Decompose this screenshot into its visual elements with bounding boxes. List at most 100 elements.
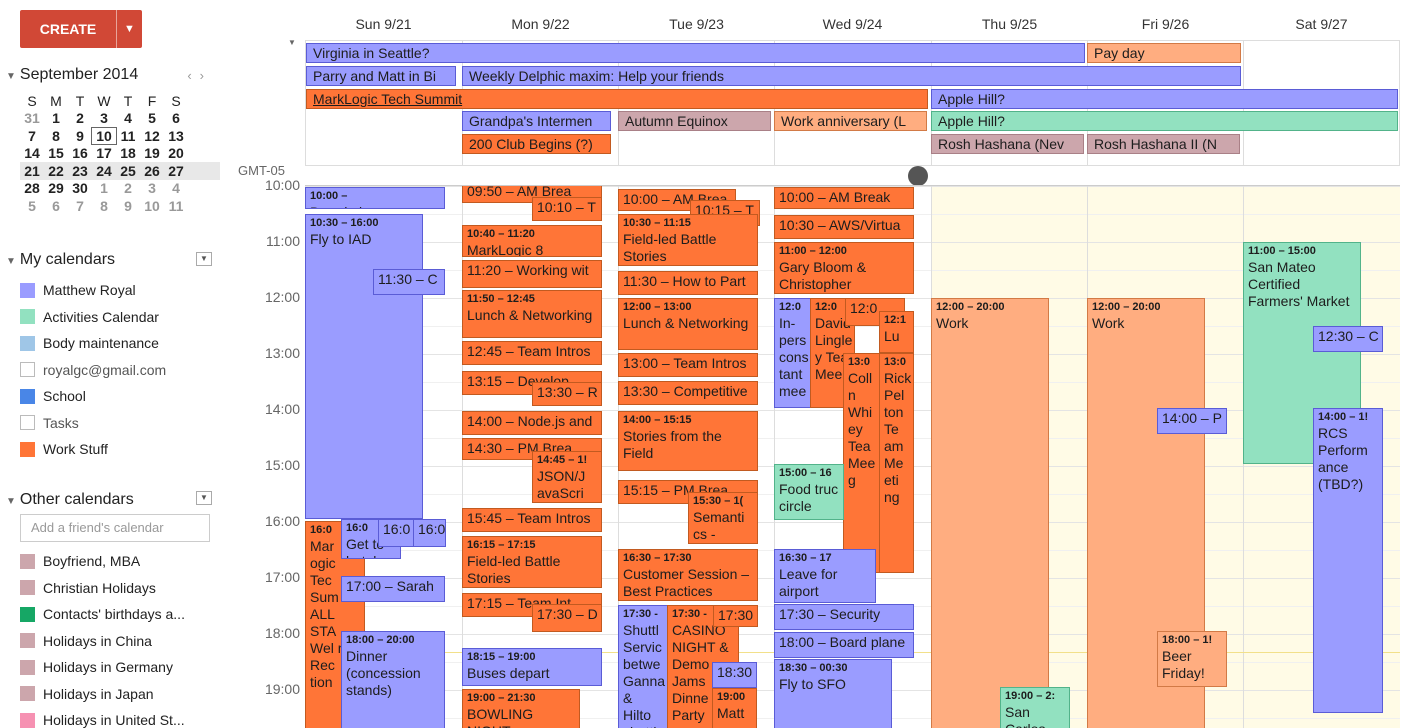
calendar-event[interactable]: 18:00 – 20:00 Dinner (concession stands) [341, 631, 445, 728]
calendar-event[interactable]: 19:00 – 21:30 BOWLING NIGHT [462, 689, 580, 728]
allday-event[interactable]: Rosh Hashana (Nev [931, 134, 1084, 154]
calendar-event[interactable]: 17:30 - Shuttl Servic betwe Ganna & Hilto… [618, 605, 668, 728]
calendar-event[interactable]: 16:0 [413, 519, 446, 547]
calendar-event[interactable]: 17:30 – Security [774, 604, 914, 630]
event-time-title: 12:45 – Team Intros [467, 343, 591, 359]
allday-event[interactable]: Apple Hill? [931, 89, 1398, 109]
event-title: Lunch & Networking [467, 307, 593, 323]
calendar-event[interactable]: 13:00 – Team Intros [618, 353, 758, 377]
allday-event[interactable]: Virginia in Seattle? [306, 43, 1085, 63]
allday-event[interactable]: Autumn Equinox [618, 111, 771, 131]
event-time: 17:30 - [623, 608, 658, 620]
day-header[interactable]: Sat 9/27 [1243, 16, 1400, 32]
event-title: Rick Pel ton Te am Me eti ng [884, 370, 912, 505]
event-title: Shuttl Servic betwe Ganna & Hilto shuttl [623, 622, 666, 728]
calendar-event[interactable]: 11:30 – How to Part [618, 271, 758, 295]
calendar-event[interactable]: 19:00 Matt [712, 688, 757, 728]
calendar-event[interactable]: 14:00 – 1! RCS Perform ance (TBD?) [1313, 408, 1383, 713]
calendar-event[interactable]: 10:10 – T [532, 197, 602, 221]
calendar-event[interactable]: 10:30 – 11:15 Field-led Battle Stories [618, 214, 758, 266]
calendar-event[interactable]: 14:45 – 1! JSON/J avaScri [532, 451, 602, 503]
calendar-event[interactable]: 16:30 – 17 Leave for airport [774, 549, 876, 603]
event-time-title: 13:00 – Team Intros [623, 355, 747, 371]
event-time: 10:30 – 11:15 [623, 217, 691, 229]
day-header[interactable]: Fri 9/26 [1087, 16, 1244, 32]
calendar-event[interactable]: 18:00 – 1! Beer Friday! [1157, 631, 1227, 687]
calendar-event[interactable]: 13:0 Rick Pel ton Te am Me eti ng [879, 353, 914, 573]
event-title: RCS Perform ance (TBD?) [1318, 425, 1368, 492]
event-time-title: 17:00 – Sarah [346, 578, 434, 594]
calendar-event[interactable]: 13:30 – R [532, 382, 602, 406]
allday-event[interactable]: MarkLogic Tech Summit [306, 89, 928, 109]
calendar-event[interactable]: 10:40 – 11:20 MarkLogic 8 [462, 225, 602, 257]
allday-event[interactable]: Rosh Hashana II (N [1087, 134, 1240, 154]
event-title: Food truc circle [779, 481, 839, 514]
event-time-title: 18:00 – Board plane [779, 634, 906, 650]
calendar-event[interactable]: 17:30 [713, 605, 758, 627]
day-header[interactable]: Wed 9/24 [774, 16, 931, 32]
event-title: Matt [717, 705, 745, 721]
calendar-event[interactable]: 17:30 – D [532, 604, 602, 632]
calendar-event[interactable]: 15:00 – 16 Food truc circle [774, 464, 844, 520]
event-time-title: 11:30 – How to Part [623, 273, 746, 289]
event-time: 11:50 – 12:45 [467, 293, 535, 305]
calendar-event[interactable]: 11:30 – C [373, 269, 445, 295]
event-time: 14:45 – 1! [537, 454, 588, 466]
calendar-event[interactable]: 12:00 – 20:00 Work [931, 298, 1049, 728]
event-time-title: 10:30 – AWS/Virtua [779, 217, 901, 233]
calendar-event[interactable]: 14:00 – Node.js and [462, 411, 602, 435]
current-time-marker-icon[interactable] [908, 166, 928, 186]
event-time-title: 17:30 – D [537, 606, 598, 622]
calendar-event[interactable]: 14:00 – 15:15 Stories from the Field [618, 411, 758, 471]
collapse-allday-icon[interactable]: ▼ [288, 38, 296, 47]
calendar-event[interactable]: 17:00 – Sarah [341, 576, 445, 602]
day-header[interactable]: Mon 9/22 [462, 16, 619, 32]
event-time-title: 12:30 – C [1318, 328, 1379, 344]
calendar-event[interactable]: 11:00 – 12:00 Gary Bloom & Christopher [774, 242, 914, 294]
calendar-event[interactable]: 15:45 – Team Intros [462, 508, 602, 532]
day-header[interactable]: Tue 9/23 [618, 16, 775, 32]
calendar-event[interactable]: 13:30 – Competitive [618, 381, 758, 405]
event-time: 16:15 – 17:15 [467, 539, 536, 551]
calendar-event[interactable]: 16:0 [378, 519, 416, 547]
event-time: 15:00 – 16 [779, 467, 832, 479]
calendar-event[interactable]: 18:30 [712, 662, 757, 688]
calendar-event[interactable]: 11:50 – 12:45 Lunch & Networking [462, 290, 602, 338]
allday-event[interactable]: Apple Hill? [931, 111, 1398, 131]
calendar-event[interactable]: 15:30 – 1(Semanti cs - [688, 492, 758, 544]
hour-label: 16:00 [264, 513, 300, 529]
event-time-title: 13:30 – R [537, 384, 598, 400]
calendar-event[interactable]: 10:30 – 16:00 Fly to IAD [305, 214, 423, 519]
calendar-event[interactable]: 10:30 – AWS/Virtua [774, 215, 914, 239]
day-header[interactable]: Sun 9/21 [305, 16, 462, 32]
allday-event[interactable]: 200 Club Begins (?) [462, 134, 611, 154]
event-title: Buses depart [467, 665, 550, 681]
calendar-event[interactable]: 14:00 – P [1157, 408, 1227, 434]
calendar-event[interactable]: 16:15 – 17:15 Field-led Battle Stories [462, 536, 602, 588]
calendar-event[interactable]: 18:30 – 00:30 Fly to SFO [774, 659, 892, 728]
allday-event[interactable]: Grandpa's Intermen [462, 111, 611, 131]
allday-event[interactable]: Parry and Matt in Bi [306, 66, 456, 86]
day-header[interactable]: Thu 9/25 [931, 16, 1088, 32]
calendar-event[interactable]: 10:00 – AM Break [774, 187, 914, 209]
event-time: 10:00 – [310, 190, 348, 202]
calendar-event[interactable]: 18:15 – 19:00 Buses depart [462, 648, 602, 686]
event-title: Semanti cs - [693, 509, 745, 542]
calendar-event[interactable]: 12:45 – Team Intros [462, 341, 602, 365]
calendar-event[interactable]: 12:1 Lu [879, 311, 914, 353]
allday-event[interactable]: Work anniversary (L [774, 111, 927, 131]
event-time: 11:00 – 12:00 [779, 245, 847, 257]
allday-event[interactable]: Weekly Delphic maxim: Help your friends [462, 66, 1241, 86]
calendar-event[interactable]: 16:30 – 17:30 Customer Session – Best Pra… [618, 549, 758, 601]
calendar-event[interactable]: 11:20 – Working wit [462, 260, 602, 288]
calendar-event[interactable]: 19:00 – 2: San Carlos [1000, 687, 1070, 728]
calendar-event[interactable]: 18:00 – Board plane [774, 632, 914, 658]
event-title: Work [936, 315, 969, 331]
allday-event[interactable]: Pay day [1087, 43, 1241, 63]
event-title: Field-led Battle Stories [467, 553, 561, 586]
calendar-event[interactable]: 10:00 – Board plane [305, 187, 445, 209]
calendar-event[interactable]: 12:30 – C [1313, 326, 1383, 352]
calendar-event[interactable]: 12:00 – 13:00 Lunch & Networking [618, 298, 758, 350]
calendar-event[interactable]: 13:0 Coll n Whi ey Tea Mee g [843, 353, 881, 573]
event-time: 16:30 – 17 [779, 552, 832, 564]
